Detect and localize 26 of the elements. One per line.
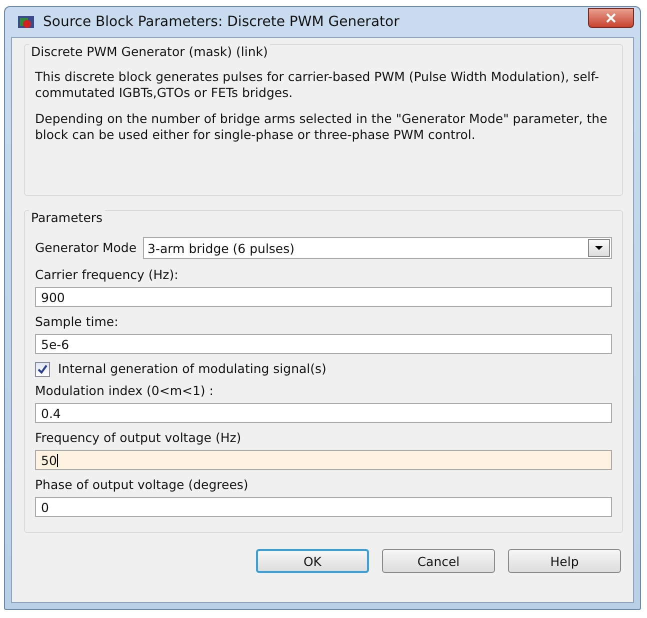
input-field[interactable]: 50 <box>35 450 612 470</box>
description-text: Depending on the number of bridge arms selected in the "Generator Mode" parameter, the block can be used either for single-phase or three-phase PWM control. <box>35 111 608 143</box>
checkbox-label: Internal generation of modulating signal(s) <box>58 361 326 377</box>
input-field[interactable]: 0 <box>35 497 612 517</box>
input-field[interactable]: 900 <box>35 287 612 307</box>
close-button[interactable] <box>588 8 634 28</box>
field-label: Generator Mode <box>35 240 137 256</box>
field-label: Phase of output voltage (degrees) <box>35 477 250 493</box>
checkmark-icon <box>37 364 48 374</box>
generator-mode-dropdown[interactable]: 3-arm bridge (6 pulses) <box>142 237 612 259</box>
block-icon <box>17 14 35 30</box>
input-field[interactable]: 0.4 <box>35 403 612 423</box>
caret-icon <box>594 245 604 251</box>
field-label: Frequency of output voltage (Hz) <box>35 430 242 446</box>
checkbox[interactable] <box>35 362 50 376</box>
close-icon <box>605 13 617 23</box>
field-label: Carrier frequency (Hz): <box>35 267 180 283</box>
field-label: Modulation index (0<m<1) : <box>35 383 214 399</box>
field-label: Sample time: <box>35 314 120 330</box>
dialog-button[interactable]: Cancel <box>382 549 495 573</box>
group-title: Discrete PWM Generator (mask) (link) <box>29 44 270 60</box>
input-field[interactable]: 5e-6 <box>35 334 612 354</box>
description-text: This discrete block generates pulses for carrier-based PWM (Pulse Width Modulation), self-commutated IGBTs,GTOs or FETs bridges. <box>35 69 600 101</box>
dialog-button[interactable]: Help <box>508 549 621 573</box>
dialog-button[interactable]: OK <box>256 549 369 573</box>
window-title: Source Block Parameters: Discrete PWM Generator <box>43 14 400 30</box>
